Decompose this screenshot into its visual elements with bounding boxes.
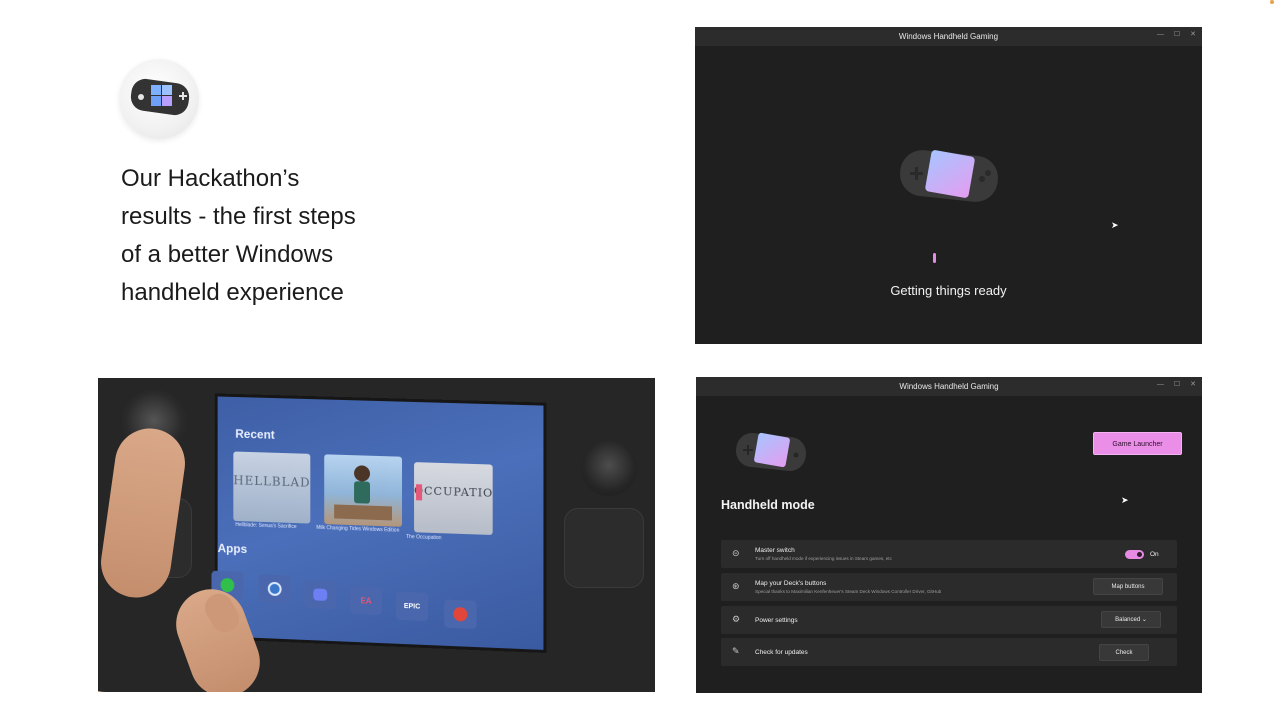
toggle-switch-icon: ⊝: [732, 548, 740, 558]
tile-caption: Hellblade: Senua's Sacrifice: [235, 521, 297, 531]
setting-subtitle: Special thanks to Maximilian Kenfenheuer…: [755, 589, 942, 594]
close-icon[interactable]: ✕: [1190, 377, 1196, 396]
setting-row-power: ⚙ Power settings Balanced ⌄: [721, 606, 1177, 634]
screen-heading-apps: Apps: [217, 541, 248, 557]
setting-subtitle: Turn off handheld mode if experiencing i…: [755, 556, 892, 561]
setting-title: Power settings: [755, 617, 798, 624]
headline-line: Our Hackathon’s: [121, 165, 300, 192]
window-titlebar[interactable]: Windows Handheld Gaming — ☐ ✕: [695, 27, 1202, 46]
headline-line: of a better Windows: [121, 241, 334, 268]
window-controls: — ☐ ✕: [1157, 27, 1196, 46]
setting-row-master-switch: ⊝ Master switch Turn off handheld mode i…: [721, 540, 1177, 568]
epic-label: EPIC: [403, 602, 421, 611]
window-titlebar[interactable]: Windows Handheld Gaming — ☐ ✕: [696, 377, 1202, 396]
handheld-logo-icon: [735, 432, 807, 471]
maximize-icon[interactable]: ☐: [1174, 27, 1180, 46]
app-logo-badge: [119, 59, 199, 139]
handheld-logo-icon: [900, 150, 998, 202]
loading-status-text: Getting things ready: [890, 283, 1007, 298]
power-icon: ⚙: [732, 614, 741, 624]
tile-accent: [416, 484, 423, 501]
setting-row-updates: ✎ Check for updates Check: [721, 638, 1177, 666]
handheld-mode-heading: Handheld mode: [721, 498, 815, 512]
settings-window: Windows Handheld Gaming — ☐ ✕ Game Launc…: [696, 377, 1202, 693]
window-title: Windows Handheld Gaming: [898, 32, 999, 41]
mouse-cursor-icon: ➤: [1111, 220, 1119, 230]
master-switch-toggle[interactable]: [1125, 550, 1144, 559]
headline-line: results - the first steps: [121, 203, 356, 230]
gamepad-icon: ⊛: [732, 581, 740, 591]
window-controls: — ☐ ✕: [1157, 377, 1196, 396]
corner-indicator: [1270, 0, 1274, 4]
loading-window: Windows Handheld Gaming — ☐ ✕ Getting th…: [695, 27, 1202, 344]
tile-title: OCCUPATION: [414, 484, 493, 501]
setting-title: Map your Deck's buttons: [755, 580, 827, 587]
deck-screen: Recent HELLBLADE Hellblade: Senua's Sacr…: [211, 393, 547, 654]
tile-title: HELLBLADE: [233, 473, 311, 491]
close-icon[interactable]: ✕: [1190, 27, 1196, 46]
toggle-state-label: On: [1150, 551, 1159, 558]
game-tile-milk[interactable]: [324, 454, 403, 527]
ea-label: EA: [360, 595, 372, 606]
right-trackpad: [564, 508, 644, 588]
slide-headline: Our Hackathon’s results - the first step…: [121, 160, 441, 312]
map-buttons-button[interactable]: Map buttons: [1093, 578, 1163, 595]
tile-caption: The Occupation: [406, 533, 442, 542]
ea-icon[interactable]: EA: [350, 585, 382, 616]
minimize-icon[interactable]: —: [1157, 27, 1164, 46]
check-updates-button[interactable]: Check: [1099, 644, 1149, 661]
game-tile-hellblade[interactable]: HELLBLADE: [233, 451, 311, 524]
screen-heading-recent: Recent: [235, 426, 275, 442]
power-mode-dropdown[interactable]: Balanced ⌄: [1101, 611, 1161, 628]
game-tile-occupation[interactable]: OCCUPATION: [414, 462, 493, 536]
game-character-image: [334, 465, 393, 521]
setting-title: Master switch: [755, 547, 795, 554]
steam-deck-photo: Recent HELLBLADE Hellblade: Senua's Sacr…: [98, 378, 655, 692]
mouse-cursor-icon: ➤: [1121, 495, 1129, 505]
discord-icon[interactable]: [304, 580, 337, 610]
game-launcher-button[interactable]: Game Launcher: [1093, 432, 1182, 455]
headline-line: handheld experience: [121, 279, 344, 306]
setting-title: Check for updates: [755, 649, 808, 656]
gamepad-windows-logo-icon: [130, 78, 190, 116]
minimize-icon[interactable]: —: [1157, 377, 1164, 396]
setting-row-map-buttons: ⊛ Map your Deck's buttons Special thanks…: [721, 573, 1177, 601]
office-icon[interactable]: [444, 599, 477, 629]
window-title: Windows Handheld Gaming: [899, 382, 999, 391]
wrench-icon: ✎: [732, 646, 740, 656]
steam-icon[interactable]: [258, 574, 291, 604]
right-thumbstick: [581, 440, 637, 496]
maximize-icon[interactable]: ☐: [1174, 377, 1180, 396]
epic-icon[interactable]: EPIC: [396, 591, 429, 621]
loading-spinner: [933, 253, 936, 263]
